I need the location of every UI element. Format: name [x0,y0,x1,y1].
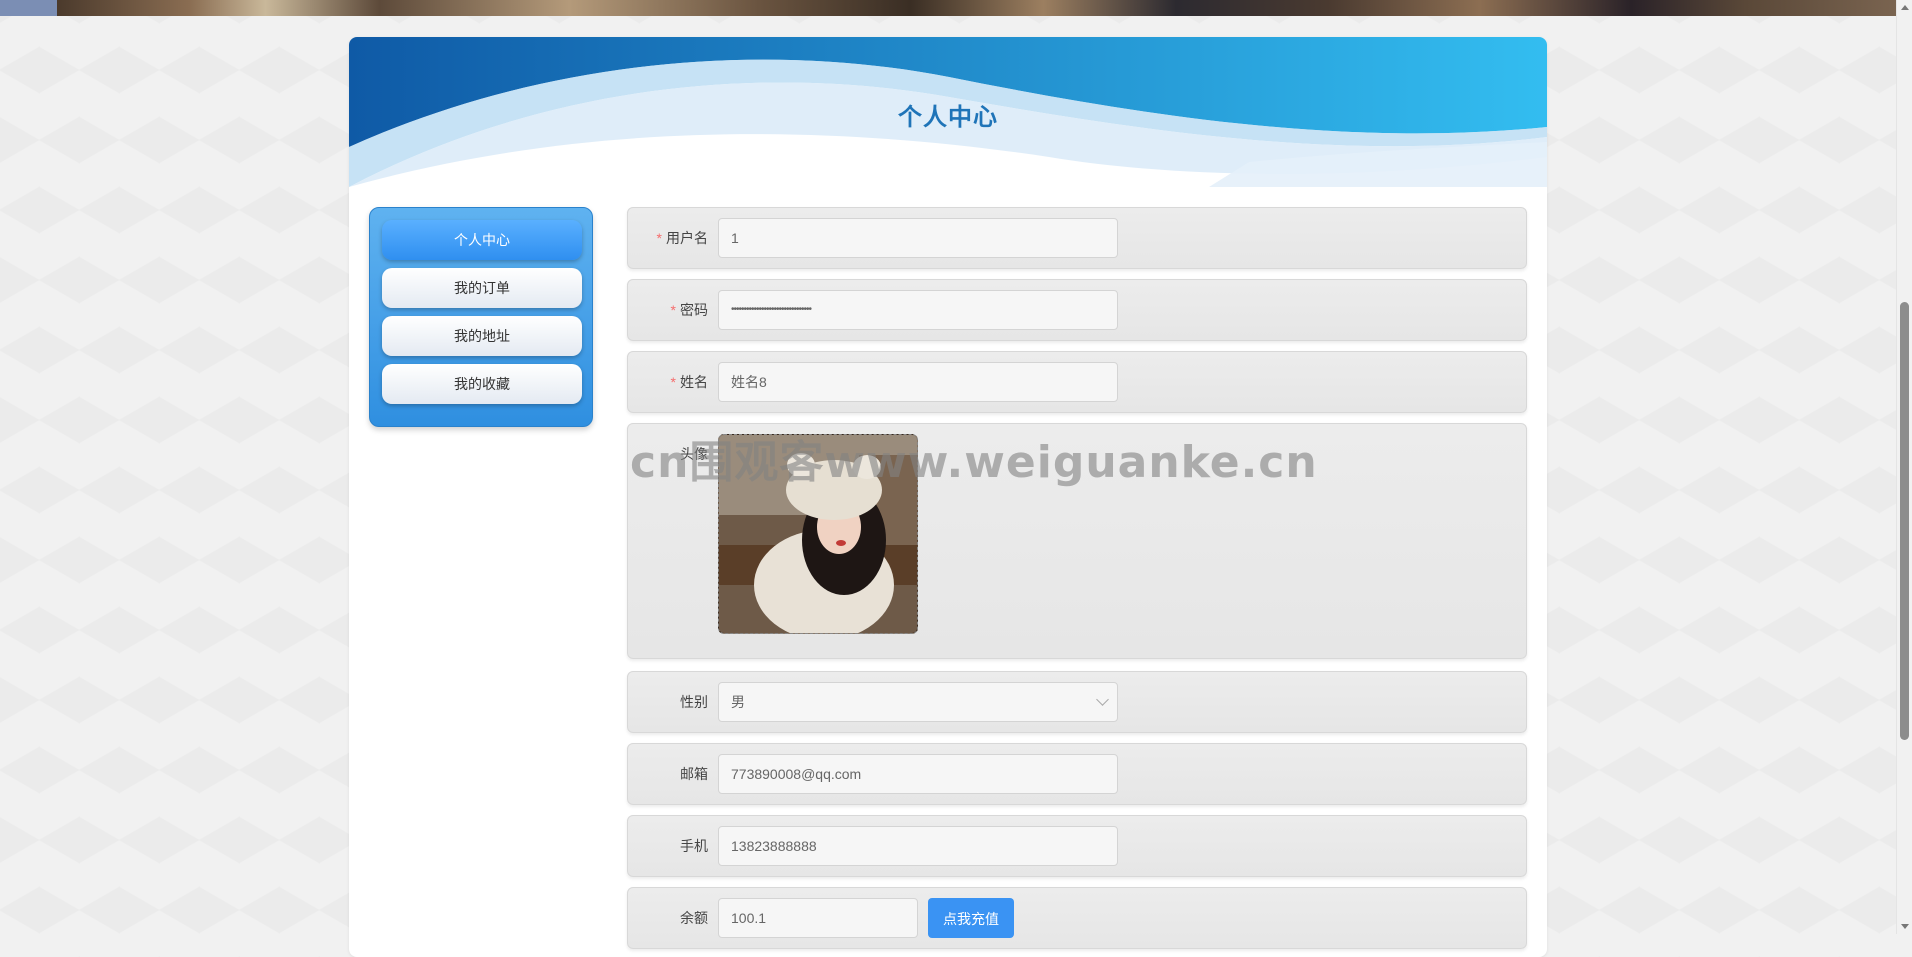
gender-select[interactable]: 男 [718,682,1118,722]
password-input[interactable]: •••••••••••••••••••••••••••••••• [718,290,1118,330]
form-row-password: * 密码 •••••••••••••••••••••••••••••••• [627,279,1527,341]
form-row-name: * 姓名 姓名8 [627,351,1527,413]
form-row-gender: 性别 男 [627,671,1527,733]
required-mark: * [670,302,676,318]
form-row-username: * 用户名 1 [627,207,1527,269]
gender-label: 性别 [680,694,708,710]
required-mark: * [670,374,676,390]
username-label: * 用户名 [656,230,708,246]
balance-input[interactable]: 100.1 [718,898,918,938]
avatar-photo [719,435,917,633]
scroll-thumb[interactable] [1900,302,1909,740]
form-row-phone: 手机 13823888888 [627,815,1527,877]
sidebar-nav: 个人中心 我的订单 我的地址 我的收藏 [369,207,593,427]
page-title: 个人中心 [898,104,998,131]
required-mark: * [656,230,662,246]
phone-input[interactable]: 13823888888 [718,826,1118,866]
gender-selected-value: 男 [731,694,745,710]
sidebar-item-profile[interactable]: 个人中心 [382,220,582,260]
name-input[interactable]: 姓名8 [718,362,1118,402]
email-label: 邮箱 [680,766,708,782]
form-row-avatar: 头像 [627,423,1527,659]
form-row-email: 邮箱 773890008@qq.com [627,743,1527,805]
scroll-down-arrow-icon[interactable] [1901,924,1909,929]
top-banner-image [0,0,1897,16]
email-input[interactable]: 773890008@qq.com [718,754,1118,794]
header-wave-banner: 个人中心 [349,37,1547,187]
name-label: * 姓名 [670,374,708,390]
page-scrollbar[interactable] [1896,0,1912,934]
phone-label: 手机 [680,838,708,854]
chevron-down-icon [1096,693,1109,706]
sidebar-item-orders[interactable]: 我的订单 [382,268,582,308]
avatar-upload[interactable] [718,434,918,634]
username-input[interactable]: 1 [718,218,1118,258]
password-label: * 密码 [670,302,708,318]
scroll-up-arrow-icon[interactable] [1901,5,1909,10]
avatar-label: 头像 [680,446,708,462]
sidebar-item-address[interactable]: 我的地址 [382,316,582,356]
profile-card: 个人中心 个人中心 我的订单 我的地址 我的收藏 * 用户名 1 * 密码 ••••… [349,37,1547,957]
recharge-button[interactable]: 点我充值 [928,898,1014,938]
balance-label: 余额 [680,910,708,926]
form-row-balance: 余额 100.1 点我充值 [627,887,1527,949]
sidebar-item-favorites[interactable]: 我的收藏 [382,364,582,404]
